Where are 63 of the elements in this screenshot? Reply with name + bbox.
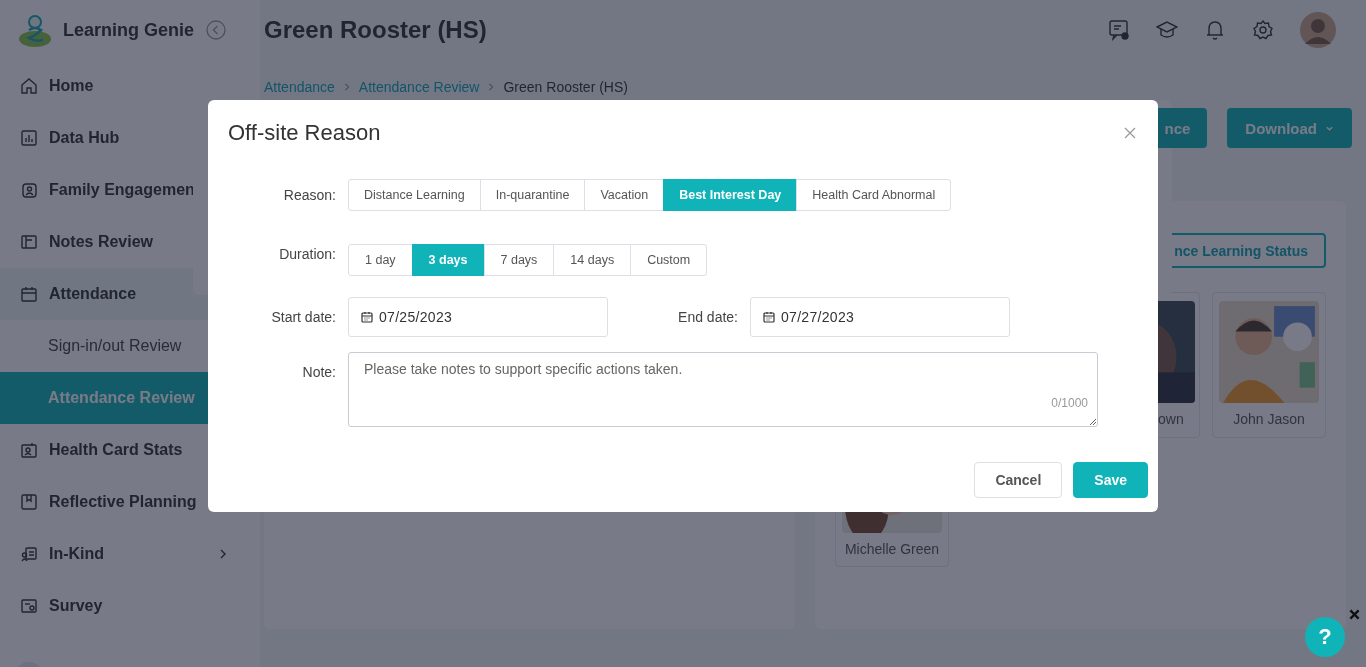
- bar-chart-icon: [20, 129, 38, 147]
- sidebar-item[interactable]: Reflective Planning: [0, 476, 260, 528]
- notes-icon: [20, 233, 38, 251]
- sidebar-item[interactable]: Survey: [0, 580, 260, 632]
- cancel-button[interactable]: Cancel: [974, 462, 1063, 498]
- close-icon[interactable]: [1349, 609, 1360, 620]
- contact-card-icon: [20, 181, 38, 199]
- resize-grip-icon: [1089, 418, 1097, 426]
- chat-icon[interactable]: [1108, 19, 1130, 41]
- field-label: Note:: [301, 363, 336, 380]
- breadcrumb-current: Green Rooster (HS): [503, 79, 628, 95]
- chevron-right-icon: [342, 83, 351, 91]
- date-field[interactable]: 07/27/2023: [750, 297, 1010, 337]
- id-card-icon: [20, 441, 38, 459]
- save-button[interactable]: Save: [1073, 462, 1148, 498]
- chevron-right-icon: [218, 549, 228, 559]
- breadcrumb-link[interactable]: Attendance: [264, 79, 335, 95]
- child-card[interactable]: John Jason: [1212, 292, 1326, 438]
- sidebar-item[interactable]: In-Kind: [0, 528, 260, 580]
- breadcrumb-link[interactable]: Attendance Review: [358, 79, 480, 95]
- chevron-right-icon: [487, 83, 496, 91]
- field-label: Reason:: [282, 187, 336, 203]
- close-icon[interactable]: [1124, 127, 1136, 139]
- reason-option[interactable]: In-quarantine: [479, 179, 586, 211]
- calendar-icon: [20, 285, 38, 303]
- reason-option[interactable]: Distance Learning: [348, 179, 481, 211]
- collapse-icon[interactable]: [206, 20, 227, 40]
- reason-option[interactable]: Best Interest Day: [663, 179, 798, 211]
- child-name: Michelle Green: [844, 541, 940, 557]
- dialog-title: Off-site Reason: [228, 120, 381, 146]
- duration-option[interactable]: 3 days: [411, 244, 485, 276]
- genie-logo-icon: [17, 12, 53, 48]
- settings-icon[interactable]: [1252, 19, 1274, 41]
- field-label: End date:: [677, 309, 738, 325]
- child-name: own: [1158, 411, 1184, 427]
- action-button[interactable]: nce: [1156, 108, 1208, 148]
- duration-option[interactable]: 7 days: [483, 244, 555, 276]
- graduation-cap-icon[interactable]: [1156, 19, 1178, 41]
- character-counter: 0/1000: [1051, 396, 1088, 410]
- child-name: John Jason: [1233, 411, 1305, 427]
- calendar-icon: [763, 311, 775, 323]
- download-button[interactable]: Download: [1227, 108, 1352, 148]
- field-label: Duration:: [278, 245, 336, 262]
- list-icon: [20, 545, 38, 563]
- app-name: Learning Genie: [63, 19, 195, 41]
- reason-option[interactable]: Health Card Abnormal: [796, 179, 952, 211]
- reason-option[interactable]: Vacation: [584, 179, 665, 211]
- bookmark-icon: [20, 493, 38, 511]
- help-button[interactable]: ?: [1305, 617, 1345, 657]
- home-icon: [20, 77, 38, 95]
- child-card[interactable]: own: [1158, 292, 1200, 438]
- duration-option[interactable]: Custom: [630, 244, 708, 276]
- date-field[interactable]: 07/25/2023: [348, 297, 608, 337]
- page-title: Green Rooster (HS): [264, 16, 487, 44]
- field-label: Start date:: [270, 309, 336, 325]
- user-avatar[interactable]: [1300, 12, 1336, 48]
- sidebar-item[interactable]: Health Card Stats: [0, 424, 260, 476]
- bell-icon[interactable]: [1204, 19, 1226, 41]
- survey-icon: [20, 597, 38, 615]
- calendar-icon: [361, 311, 373, 323]
- status-button[interactable]: nce Learning Status: [1170, 233, 1326, 268]
- duration-option[interactable]: 1 day: [348, 244, 413, 276]
- duration-option[interactable]: 14 days: [553, 244, 632, 276]
